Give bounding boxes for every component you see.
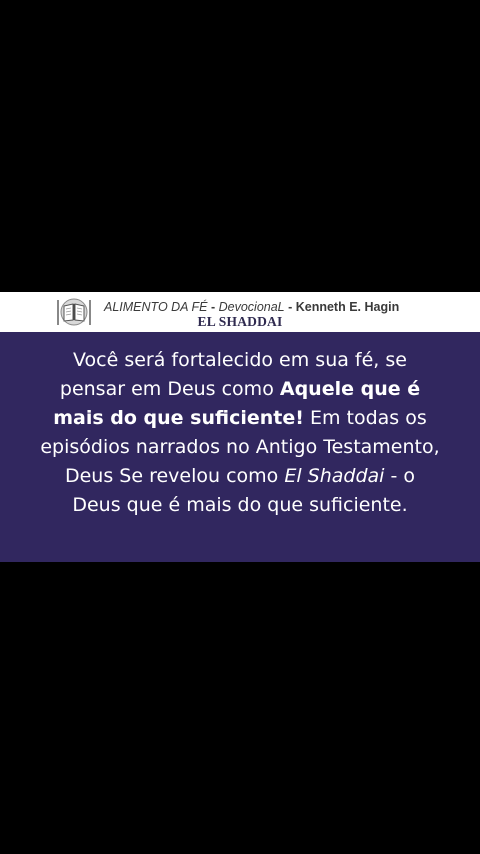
publication-kind: DevocionaL xyxy=(218,300,285,314)
devotional-header: ALIMENTO DA FÉ - DevocionaL - Kenneth E.… xyxy=(0,292,480,332)
publication-name: ALIMENTO DA FÉ xyxy=(104,300,208,314)
header-byline: ALIMENTO DA FÉ - DevocionaL - Kenneth E.… xyxy=(104,300,399,314)
devotional-title: EL SHADDAI xyxy=(197,314,283,329)
byline-separator: - xyxy=(207,300,219,314)
divine-name: El Shaddai xyxy=(284,465,385,487)
bible-book-icon xyxy=(57,298,91,326)
screen: ALIMENTO DA FÉ - DevocionaL - Kenneth E.… xyxy=(0,0,480,854)
devotional-text: Você será fortalecido em sua fé, se pens… xyxy=(40,346,440,520)
byline-separator: - xyxy=(284,300,296,314)
author-name: Kenneth E. Hagin xyxy=(295,300,400,314)
devotional-panel: Você será fortalecido em sua fé, se pens… xyxy=(0,332,480,562)
